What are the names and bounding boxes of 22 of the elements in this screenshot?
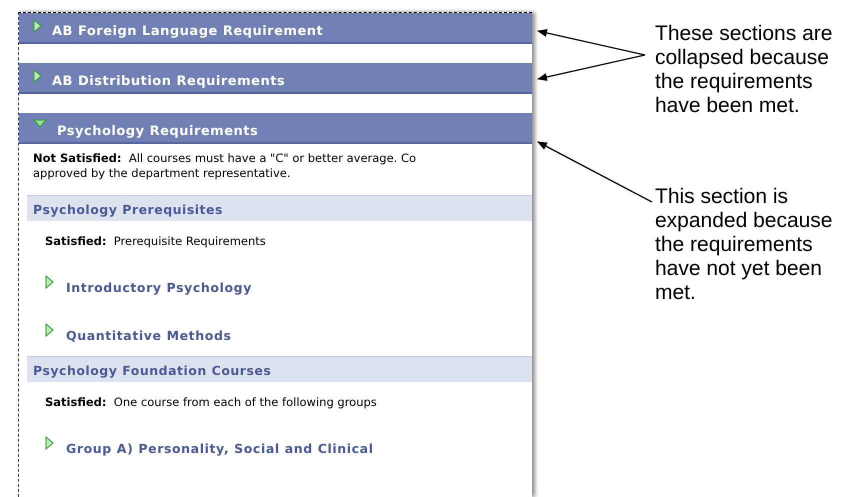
section-title: Psychology Requirements bbox=[57, 123, 258, 141]
annotation-text: These sections are collapsed because the requirements have been met. bbox=[655, 22, 832, 118]
section-header[interactable]: Psychology Requirements bbox=[19, 113, 532, 144]
status-message: Satisfied: One course from each of the following groups bbox=[44, 394, 378, 411]
status-message: Not Satisfied: All courses must have a "C" or better average. Co approved by the department representative. bbox=[32, 150, 418, 181]
section-header[interactable]: AB Foreign Language Requirement bbox=[19, 13, 532, 44]
collapsed-triangle-icon[interactable] bbox=[33, 69, 42, 83]
requirement-link[interactable]: Quantitative Methods bbox=[66, 327, 232, 346]
requirement-link[interactable]: Group A) Personality, Social and Clinical bbox=[66, 440, 374, 459]
section-title: AB Distribution Requirements bbox=[52, 73, 286, 91]
collapsed-triangle-icon[interactable] bbox=[45, 436, 54, 450]
section-title: AB Foreign Language Requirement bbox=[52, 23, 324, 41]
status-message: Satisfied: Prerequisite Requirements bbox=[44, 233, 267, 250]
collapsed-triangle-icon[interactable] bbox=[45, 323, 54, 337]
collapsed-triangle-icon[interactable] bbox=[33, 19, 42, 33]
expanded-triangle-icon[interactable] bbox=[33, 119, 47, 128]
group-header: Psychology Foundation Courses bbox=[27, 356, 532, 382]
section-header[interactable]: AB Distribution Requirements bbox=[19, 63, 532, 94]
annotation-text: This section is expanded because the requirements have not yet been met. bbox=[655, 185, 832, 305]
requirement-link[interactable]: Introductory Psychology bbox=[66, 279, 252, 298]
group-header: Psychology Prerequisites bbox=[27, 195, 532, 221]
collapsed-triangle-icon[interactable] bbox=[45, 275, 54, 290]
